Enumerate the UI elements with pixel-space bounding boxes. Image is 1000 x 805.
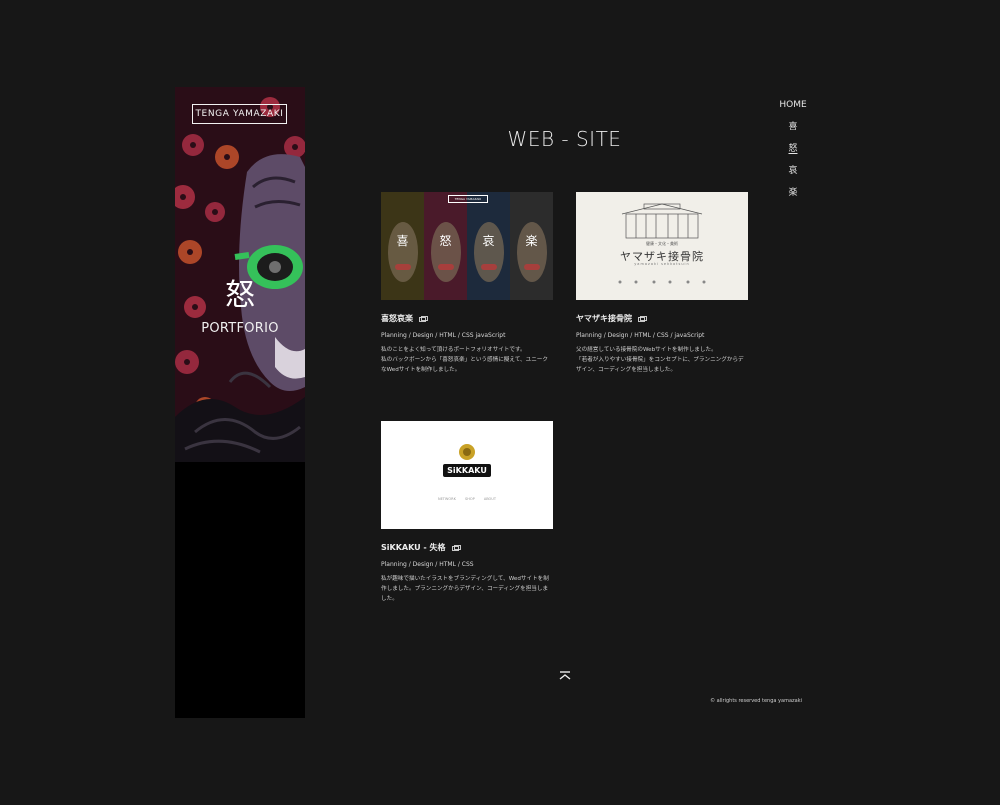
back-to-top-icon[interactable] [558,671,572,681]
thumbnail-nav: NETWORK SHOP ABOUT [437,497,497,501]
thumbnail-romaji: yamazaki sekkotsuin [634,262,690,266]
work-description: 私が趣味で描いたイラストをブランディングして、Wedサイトを制作しました。プラン… [381,576,549,602]
portfolio-label: PORTFORIO [201,321,279,336]
copyright: © allrights reserved tenga yamazaki [710,698,802,704]
work-title[interactable]: 喜怒哀楽 [381,313,413,324]
work-title-row: 喜怒哀楽 [381,313,553,324]
nav-ai[interactable]: 哀 [768,163,818,176]
work-tags: Planning / Design / HTML / CSS [381,561,474,568]
work-card: TENGA YAMAZAKI 喜 怒 哀 楽 喜怒哀楽 Planning / D… [381,192,553,375]
external-link-icon[interactable] [451,544,461,551]
nav-raku[interactable]: 楽 [768,185,818,198]
emotion-kanji: 怒 [225,278,255,313]
work-card: SiKKAKU NETWORK SHOP ABOUT SiKKAKU - 失格 … [381,421,553,604]
sidebar: TENGA YAMAZAKI 怒 PORTFORIO [175,87,305,718]
thumb-label-raku: 楽 [525,234,538,248]
thumbnail-logo: TENGA YAMAZAKI [448,195,488,203]
thumbnail-tagline: 健康・文化・美術 [646,241,678,246]
sidebar-illustration: TENGA YAMAZAKI 怒 PORTFORIO [175,87,305,462]
main-nav: HOME 喜 怒 哀 楽 [768,100,818,207]
logo[interactable]: TENGA YAMAZAKI [192,104,287,124]
work-description: 私のことをよく知って頂けるポートフォリオサイトです。 私のバックボーンから「喜怒… [381,347,548,373]
work-tags: Planning / Design / HTML / CSS javaScrip… [381,332,506,339]
thumb-label-ki: 喜 [396,234,409,248]
work-tags: Planning / Design / HTML / CSS / javaScr… [576,332,705,339]
external-link-icon[interactable] [419,315,428,322]
work-title-row: SiKKAKU - 失格 [381,542,553,553]
work-thumbnail[interactable]: 健康・文化・美術 ヤマザキ接骨院 yamazaki sekkotsuin [576,192,748,300]
thumb-label-ai: 哀 [482,234,495,248]
nav-home[interactable]: HOME [768,100,818,110]
work-title-row: ヤマザキ接骨院 [576,313,748,324]
work-thumbnail[interactable]: SiKKAKU NETWORK SHOP ABOUT [381,421,553,529]
thumbnail-brand: SiKKAKU [443,464,491,477]
thumb-label-do: 怒 [439,234,452,248]
work-card: 健康・文化・美術 ヤマザキ接骨院 yamazaki sekkotsuin ヤマザ… [576,192,748,375]
nav-do[interactable]: 怒 [768,141,818,154]
work-title[interactable]: SiKKAKU - 失格 [381,542,446,553]
work-title[interactable]: ヤマザキ接骨院 [576,313,632,324]
page-title: WEB - SITE [507,127,622,151]
work-description: 父の経営している接骨院のWebサイトを制作しました。 「若者が入りやすい接骨院」… [576,347,744,373]
external-link-icon[interactable] [638,315,647,322]
work-thumbnail[interactable]: TENGA YAMAZAKI 喜 怒 哀 楽 [381,192,553,300]
nav-ki[interactable]: 喜 [768,119,818,132]
